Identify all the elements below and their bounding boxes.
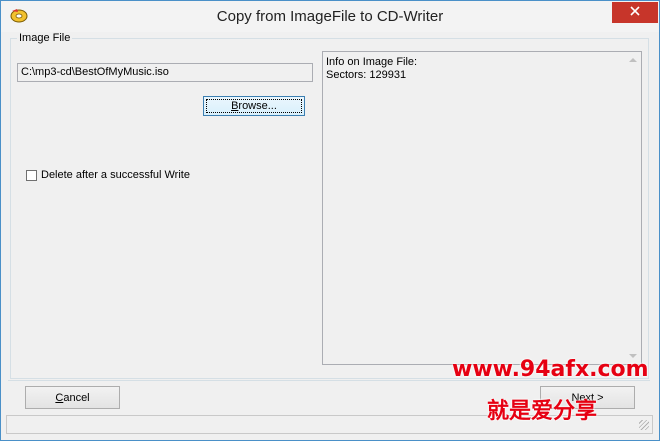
info-text: Info on Image File: Sectors: 129931 bbox=[326, 56, 418, 81]
group-label: Image File bbox=[17, 32, 73, 44]
watermark-url: www.94afx.com bbox=[452, 357, 649, 382]
close-button[interactable] bbox=[612, 2, 658, 23]
cancel-button[interactable]: Cancel bbox=[25, 386, 120, 409]
info-textarea[interactable]: Info on Image File: Sectors: 129931 bbox=[322, 51, 642, 365]
delete-after-write-label[interactable]: Delete after a successful Write bbox=[41, 169, 190, 181]
delete-after-write-checkbox[interactable] bbox=[26, 169, 37, 181]
focus-rect bbox=[206, 99, 302, 113]
delete-after-write-option[interactable]: Delete after a successful Write bbox=[26, 169, 190, 181]
cancel-label: Cancel bbox=[55, 391, 90, 404]
image-path-field[interactable]: C:\mp3-cd\BestOfMyMusic.iso bbox=[17, 63, 313, 82]
close-icon bbox=[630, 6, 640, 19]
watermark-slogan: 就是爱分享 bbox=[487, 399, 598, 424]
title-bar[interactable]: Copy from ImageFile to CD-Writer bbox=[1, 1, 659, 32]
resize-grip[interactable] bbox=[639, 420, 649, 430]
vertical-scrollbar[interactable] bbox=[624, 52, 641, 364]
window-title: Copy from ImageFile to CD-Writer bbox=[216, 8, 444, 25]
scroll-up-icon[interactable] bbox=[629, 58, 637, 62]
browse-button[interactable]: Browse... bbox=[203, 96, 305, 116]
